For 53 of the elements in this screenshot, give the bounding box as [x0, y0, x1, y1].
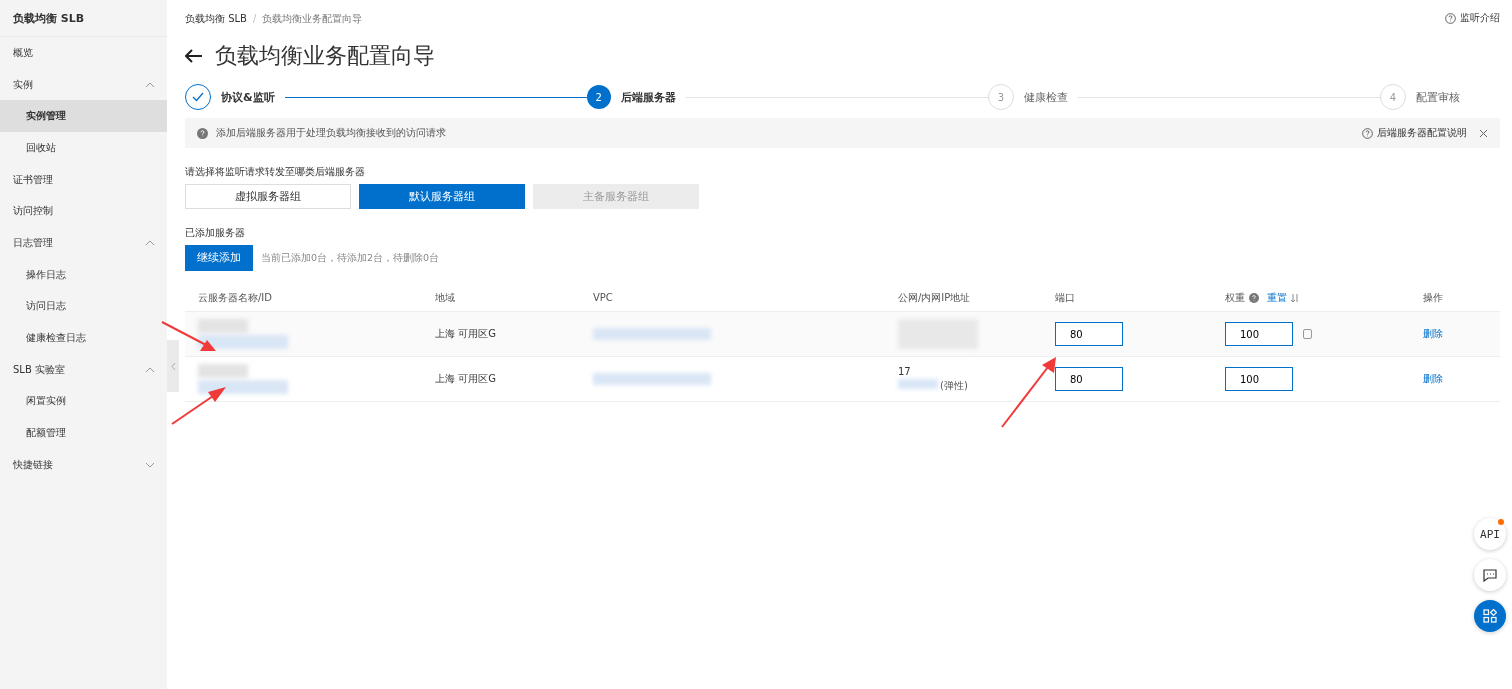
sidebar-item[interactable]: 快捷链接 — [0, 448, 167, 481]
weight-field[interactable]: 100 — [1225, 367, 1293, 391]
column-header: VPC — [593, 292, 614, 303]
notice-link[interactable]: 后端服务器配置说明 — [1362, 126, 1467, 140]
sidebar-item[interactable]: 概览 — [0, 37, 167, 69]
breadcrumb-item[interactable]: 负载均衡 SLB — [185, 12, 247, 24]
sidebar-subitem[interactable]: 访问日志 — [0, 290, 167, 323]
step-label: 协议&监听 — [221, 89, 275, 105]
add-more-button[interactable]: 继续添加 — [185, 245, 253, 271]
sidebar-item[interactable]: SLB 实验室 — [0, 353, 167, 386]
step-indicator: 2 — [586, 85, 611, 109]
step-label: 健康检查 — [1023, 89, 1068, 105]
notice-message: 添加后端服务器用于处理负载均衡接收到的访问请求 — [216, 126, 446, 140]
api-button[interactable]: API — [1474, 518, 1506, 550]
breadcrumb-item: 负载均衡业务配置向导 — [262, 12, 363, 24]
column-header: 公网/内网IP地址 — [898, 290, 972, 305]
column-header: 操作 — [1423, 290, 1444, 305]
step-indicator: 3 — [987, 84, 1014, 110]
delete-link[interactable]: 删除 — [1423, 327, 1443, 341]
sidebar-item[interactable]: 实例 — [0, 68, 167, 101]
sidebar-subitem[interactable]: 健康检查日志 — [0, 322, 167, 354]
sidebar-item[interactable]: 访问控制 — [0, 195, 167, 228]
reset-link[interactable]: 重置 — [1267, 290, 1287, 305]
help-link[interactable]: 监听介绍 — [1445, 11, 1500, 25]
server-type-option[interactable]: 默认服务器组 — [359, 184, 525, 209]
column-header: 权重 — [1225, 290, 1245, 305]
added-servers-label: 已添加服务器 — [185, 226, 246, 240]
ip-note: (弹性) — [940, 378, 968, 393]
column-header: 端口 — [1055, 290, 1076, 305]
sidebar-subitem[interactable]: 实例管理 — [0, 100, 167, 133]
column-header: 地域 — [435, 290, 456, 305]
added-summary: 当前已添加0台，待添加2台，待删除0台 — [261, 251, 440, 265]
breadcrumb-separator: / — [252, 12, 257, 24]
page-title: 负载均衡业务配置向导 — [215, 42, 435, 70]
column-header: 云服务器名称/ID — [198, 290, 274, 305]
sidebar-item[interactable]: 证书管理 — [0, 163, 167, 196]
step-indicator: 4 — [1380, 84, 1406, 110]
sidebar-subitem[interactable]: 闲置实例 — [0, 385, 167, 418]
step-label: 配置审核 — [1416, 89, 1460, 105]
sidebar-subitem[interactable]: 回收站 — [0, 132, 167, 164]
step-label: 后端服务器 — [620, 89, 676, 105]
table-cell-text: 上海 可用区G — [435, 372, 497, 386]
delete-link[interactable]: 删除 — [1423, 372, 1443, 386]
server-type-option[interactable]: 虚拟服务器组 — [185, 184, 351, 209]
table-cell-text: 上海 可用区G — [435, 327, 497, 341]
table-cell-text: 17 — [898, 365, 912, 377]
weight-field[interactable]: 100 — [1225, 322, 1293, 346]
sidebar-subitem[interactable]: 配额管理 — [0, 417, 167, 449]
port-field[interactable]: 80 — [1055, 367, 1123, 391]
server-type-label: 请选择将监听请求转发至哪类后端服务器 — [185, 165, 366, 179]
port-field[interactable]: 80 — [1055, 322, 1123, 346]
sidebar-item[interactable]: 日志管理 — [0, 227, 167, 259]
sidebar-subitem[interactable]: 操作日志 — [0, 258, 167, 291]
